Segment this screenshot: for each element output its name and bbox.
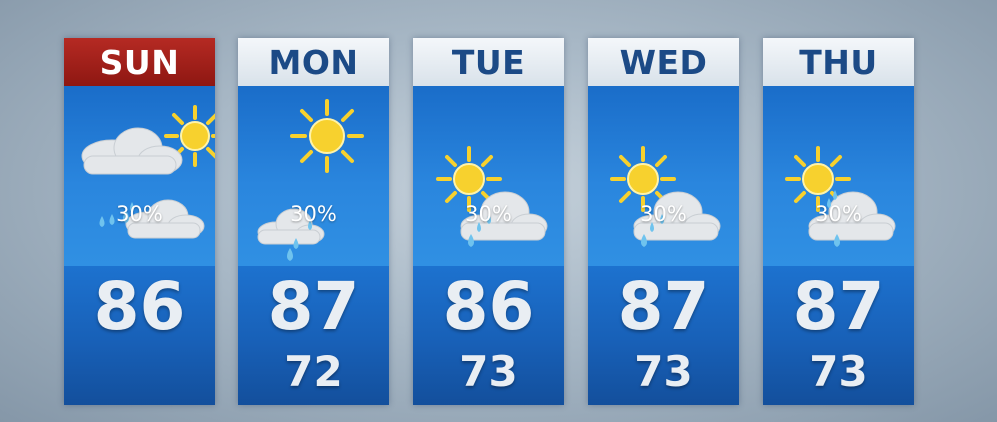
high-temp: 87 [792, 268, 885, 345]
precip-chance: 30% [815, 202, 862, 226]
sun-cloud-rain-icon [436, 146, 548, 247]
low-temp: 72 [284, 347, 343, 396]
sun-cloud-rain-icon [785, 146, 896, 247]
day-card-thu: THU 30% 87 73 [763, 38, 914, 405]
high-temp: 86 [93, 268, 186, 345]
day-card-wed: WED 30% 87 73 [588, 38, 739, 405]
day-header: THU [763, 38, 914, 86]
high-temp: 87 [267, 268, 360, 345]
precip-chance: 30% [465, 202, 512, 226]
low-temp: 73 [459, 347, 518, 396]
day-card-mon: MON 30% 87 72 [238, 38, 389, 405]
precip-chance: 30% [116, 202, 163, 226]
day-header: MON [238, 38, 389, 86]
precip-chance: 30% [290, 202, 337, 226]
sun-cloud-rain-icon [81, 105, 215, 239]
day-header: TUE [413, 38, 564, 86]
low-temp: 73 [634, 347, 693, 396]
day-header: WED [588, 38, 739, 86]
precip-chance: 30% [640, 202, 687, 226]
forecast-strip: SUN 30% 86 MON 30% 87 72 TUE 30% 86 73 W… [0, 0, 997, 422]
sun-cloud-rain-icon [610, 146, 721, 247]
day-header: SUN [64, 38, 215, 86]
sun-cloud-rain-icon [257, 99, 364, 261]
high-temp: 86 [442, 268, 535, 345]
low-temp: 73 [809, 347, 868, 396]
day-card-sun: SUN 30% 86 [64, 38, 215, 405]
day-card-tue: TUE 30% 86 73 [413, 38, 564, 405]
high-temp: 87 [617, 268, 710, 345]
